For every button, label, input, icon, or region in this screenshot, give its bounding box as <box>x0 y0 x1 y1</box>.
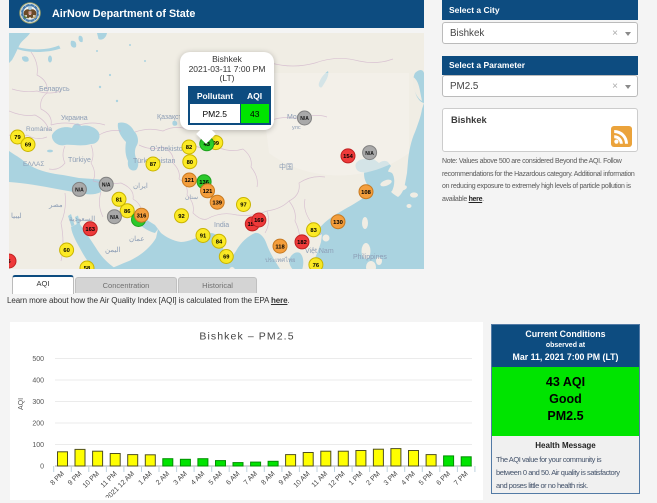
svg-text:91: 91 <box>200 234 207 240</box>
svg-text:118: 118 <box>275 244 285 250</box>
svg-text:N/A: N/A <box>110 215 119 221</box>
svg-text:300: 300 <box>32 399 44 406</box>
svg-text:69: 69 <box>223 255 230 261</box>
svg-text:8 AM: 8 AM <box>260 470 276 486</box>
svg-text:5 AM: 5 AM <box>208 470 224 486</box>
svg-text:58: 58 <box>84 266 91 269</box>
svg-text:12 PM: 12 PM <box>327 470 346 489</box>
svg-text:108: 108 <box>361 190 371 196</box>
svg-text:87: 87 <box>150 162 156 168</box>
svg-text:3 AM: 3 AM <box>173 470 189 486</box>
svg-text:121: 121 <box>203 189 213 195</box>
svg-text:81: 81 <box>116 198 123 204</box>
svg-text:200: 200 <box>32 421 44 428</box>
svg-text:8 PM: 8 PM <box>49 470 66 487</box>
svg-text:500: 500 <box>32 356 44 363</box>
svg-text:92: 92 <box>178 214 184 220</box>
svg-text:7 AM: 7 AM <box>243 470 259 486</box>
svg-text:6 AM: 6 AM <box>225 470 241 486</box>
svg-text:97: 97 <box>240 203 246 209</box>
svg-text:400: 400 <box>32 378 44 385</box>
svg-text:N/A: N/A <box>102 183 111 189</box>
svg-text:60: 60 <box>63 248 69 254</box>
svg-text:86: 86 <box>124 209 131 215</box>
svg-text:1 AM: 1 AM <box>137 470 153 486</box>
svg-text:169: 169 <box>254 218 264 224</box>
svg-text:4 PM: 4 PM <box>400 470 417 487</box>
svg-text:130: 130 <box>333 220 343 226</box>
svg-text:69: 69 <box>25 143 32 149</box>
svg-text:316: 316 <box>137 213 147 219</box>
svg-text:N/A: N/A <box>300 116 309 122</box>
svg-text:80: 80 <box>187 160 193 166</box>
svg-text:182: 182 <box>297 240 307 246</box>
svg-text:154: 154 <box>343 154 353 160</box>
svg-text:2 PM: 2 PM <box>365 470 382 487</box>
svg-text:82: 82 <box>186 145 192 151</box>
svg-text:7 PM: 7 PM <box>453 470 470 487</box>
svg-text:4 AM: 4 AM <box>190 470 206 486</box>
svg-text:AQI: AQI <box>18 398 25 410</box>
svg-text:83: 83 <box>310 228 317 234</box>
svg-text:76: 76 <box>313 263 320 269</box>
svg-text:N/A: N/A <box>75 188 84 194</box>
svg-text:139: 139 <box>212 200 222 206</box>
svg-text:100: 100 <box>32 442 44 449</box>
svg-text:10 PM: 10 PM <box>82 470 101 489</box>
svg-text:163: 163 <box>85 227 95 233</box>
svg-text:3 PM: 3 PM <box>383 470 400 487</box>
svg-text:6 PM: 6 PM <box>436 470 453 487</box>
svg-text:5 PM: 5 PM <box>418 470 435 487</box>
svg-text:121: 121 <box>184 178 194 184</box>
svg-text:84: 84 <box>216 239 223 245</box>
svg-text:2 AM: 2 AM <box>155 470 171 486</box>
svg-text:0: 0 <box>40 464 44 471</box>
svg-text:11 AM: 11 AM <box>311 470 330 489</box>
svg-text:10 AM: 10 AM <box>293 470 312 489</box>
svg-text:N/A: N/A <box>365 151 374 157</box>
svg-text:79: 79 <box>14 135 21 141</box>
svg-text:1 PM: 1 PM <box>348 470 365 487</box>
svg-text:Bishkek – PM2.5: Bishkek – PM2.5 <box>199 331 294 343</box>
